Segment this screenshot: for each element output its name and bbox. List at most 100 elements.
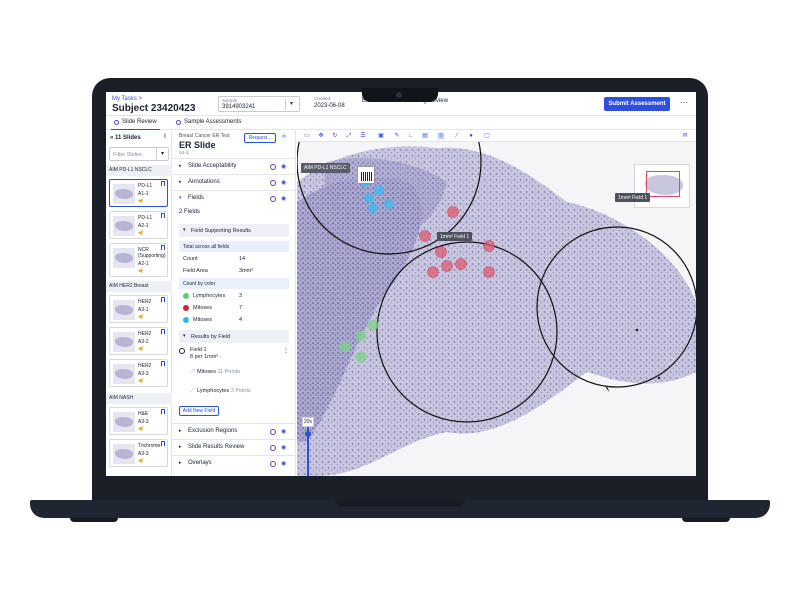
bookmark-icon[interactable] <box>161 441 165 446</box>
color-count-row: Lymphocytes 3 <box>179 290 289 301</box>
breadcrumb[interactable]: My Tasks > <box>112 96 142 102</box>
slide-card[interactable]: HER2 A3-3 ◀) <box>109 359 168 387</box>
column-toggle-icon[interactable]: ‖ <box>164 134 166 140</box>
sample-select[interactable]: Sample 3914903241 ▾ <box>218 96 300 112</box>
slide-thumbnail <box>113 332 135 352</box>
pen-tool-icon[interactable]: ✎ <box>393 132 401 140</box>
request-button[interactable]: Request... <box>244 133 276 143</box>
section-slide-acceptability[interactable]: ▸ Slide Acceptability ◉ <box>172 158 296 174</box>
move-tool-icon[interactable]: ✥ <box>317 132 325 140</box>
slide-card[interactable]: HER2 A3-1 ◀) <box>109 295 168 323</box>
slide-card[interactable]: PD-L1 A2-1 ◀) <box>109 211 168 239</box>
tab-sample-assessments[interactable]: Sample Assessments <box>176 119 241 125</box>
speaker-icon: ◀) <box>138 230 144 236</box>
slide-id: A1-1 <box>138 191 149 197</box>
area-label: Field Area <box>183 267 208 274</box>
fit-tool-icon[interactable]: ⤢ <box>345 132 353 140</box>
share-icon: ⋰ <box>190 388 198 394</box>
section-fields[interactable]: ▾ Fields ◉ <box>172 190 296 206</box>
zoom-control[interactable]: 20x <box>302 417 315 476</box>
laptop-foot-right <box>682 518 730 522</box>
minimap-viewport[interactable] <box>646 171 680 197</box>
bookmark-icon[interactable] <box>161 245 165 250</box>
speaker-icon: ◀) <box>138 426 144 432</box>
add-new-field-button[interactable]: Add New Field <box>179 406 219 416</box>
chevron-down-icon: ▾ <box>179 195 182 201</box>
slide-viewer[interactable]: ▭ ✥ ↻ ⤢ ☰ ▣ ✎ ∟ ▤ ◎ ⁄ ● ▢ ✉ AIM PD-L1 NS… <box>297 130 696 476</box>
slide-id: A3-2 <box>138 339 149 345</box>
eye-icon[interactable]: ◉ <box>281 460 286 467</box>
bookmark-icon[interactable] <box>161 409 165 414</box>
slide-thumbnail <box>113 216 135 236</box>
eye-icon[interactable]: ◉ <box>281 195 286 202</box>
collapse-icon[interactable]: « <box>110 135 113 141</box>
camera-notch <box>362 88 438 102</box>
section-label: Exclusion Regions <box>188 428 238 434</box>
comment-tool-icon[interactable]: ● <box>467 132 475 140</box>
field-density: 8 per 1mm² · <box>190 354 222 360</box>
eye-icon[interactable]: ◉ <box>281 163 286 170</box>
field-result-item[interactable]: Field 1 8 per 1mm² · ⋮ <box>179 346 291 364</box>
bookmark-icon[interactable] <box>161 213 165 218</box>
more-options-icon[interactable]: ⋯ <box>678 97 690 111</box>
submit-assessment-button[interactable]: Submit Assessment <box>604 97 670 111</box>
document-tool-icon[interactable]: ▤ <box>421 132 429 140</box>
results-by-field-header[interactable]: ▾ Results by Field <box>179 330 289 343</box>
field-supporting-results-header[interactable]: ▾ Field Supporting Results <box>179 224 289 237</box>
slide-canvas[interactable]: AIM PD-L1 NSCLC 1mm² Field 1 1mm² Field … <box>297 130 696 476</box>
slide-group-header: AIM PD-L1 NSCLC <box>106 165 172 176</box>
layers-tool-icon[interactable]: ▣ <box>377 132 385 140</box>
slide-card[interactable]: Trichrome A3-3 ◀) <box>109 439 168 467</box>
ruler-tool-icon[interactable]: ∟ <box>407 132 415 140</box>
filter-slides-select[interactable]: Filter Slides ▾ <box>109 147 169 161</box>
slide-card[interactable]: H&E A3-3 ◀) <box>109 407 168 435</box>
collapse-panel-icon[interactable]: « <box>282 133 286 140</box>
bookmark-icon[interactable] <box>161 297 165 302</box>
zoom-slider-handle[interactable] <box>305 431 311 437</box>
color-value: 4 <box>239 316 243 323</box>
list-tool-icon[interactable]: ☰ <box>359 132 367 140</box>
status-circle-icon <box>270 429 276 435</box>
speaker-icon: ◀) <box>138 378 144 384</box>
slide-thumbnail <box>113 444 135 464</box>
chevron-down-icon[interactable]: ▾ <box>285 99 297 110</box>
eye-icon[interactable]: ◉ <box>281 179 286 186</box>
slide-stain: HER2 <box>138 299 152 305</box>
screenshot-tool-icon[interactable]: ▢ <box>483 132 491 140</box>
assessment-panel: Breast Cancer ER Test ER Slide A1-1 Requ… <box>172 130 296 476</box>
tab-bar: Slide Review Sample Assessments <box>106 117 696 131</box>
eyedropper-tool-icon[interactable]: ⁄ <box>453 132 461 140</box>
kebab-menu-icon[interactable]: ⋮ <box>283 347 289 354</box>
section-exclusion-regions[interactable]: ▸ Exclusion Regions ◉ <box>172 423 296 439</box>
total-label-row: Total across all fields <box>179 241 289 252</box>
slide-id: A2-1 <box>138 223 149 229</box>
section-slide-results-review[interactable]: ▸ Slide Results Review ◉ <box>172 439 296 455</box>
point-row: ⋰ Lymphocytes 3 Points <box>190 388 251 394</box>
rotate-tool-icon[interactable]: ↻ <box>331 132 339 140</box>
slide-thumbnail <box>113 300 135 320</box>
tab-slide-review[interactable]: Slide Review <box>111 119 160 131</box>
eye-icon[interactable]: ◉ <box>281 444 286 451</box>
field-tool-icon[interactable]: ◎ <box>437 132 445 140</box>
field-tag: 1mm² Field 1 <box>615 193 651 202</box>
slide-stain: Trichrome <box>138 443 161 449</box>
eye-icon[interactable]: ◉ <box>281 428 286 435</box>
slide-card[interactable]: HER2 A3-2 ◀) <box>109 327 168 355</box>
chat-icon[interactable]: ✉ <box>681 132 689 140</box>
bookmark-icon[interactable] <box>161 361 165 366</box>
zoom-level: 20x <box>302 417 315 427</box>
select-tool-icon[interactable]: ▭ <box>303 132 311 140</box>
count-label: Count <box>183 255 198 262</box>
bookmark-icon[interactable] <box>161 181 165 186</box>
section-annotations[interactable]: ▸ Annotations ◉ <box>172 174 296 190</box>
bookmark-icon[interactable] <box>161 329 165 334</box>
section-overlays[interactable]: ▸ Overlays ◉ <box>172 455 296 471</box>
slide-card[interactable]: PD-L1 A1-1 ◀) <box>109 179 168 207</box>
slide-id: A3-3 <box>138 451 149 457</box>
color-value: 3 <box>239 292 243 299</box>
slide-card[interactable]: NCR (Supporting) A2-1 ◀) <box>109 243 168 277</box>
color-value: 7 <box>239 304 243 311</box>
chevron-down-icon: ▾ <box>183 227 186 233</box>
area-value: 3mm² <box>239 267 254 274</box>
chevron-down-icon[interactable]: ▾ <box>156 148 168 160</box>
